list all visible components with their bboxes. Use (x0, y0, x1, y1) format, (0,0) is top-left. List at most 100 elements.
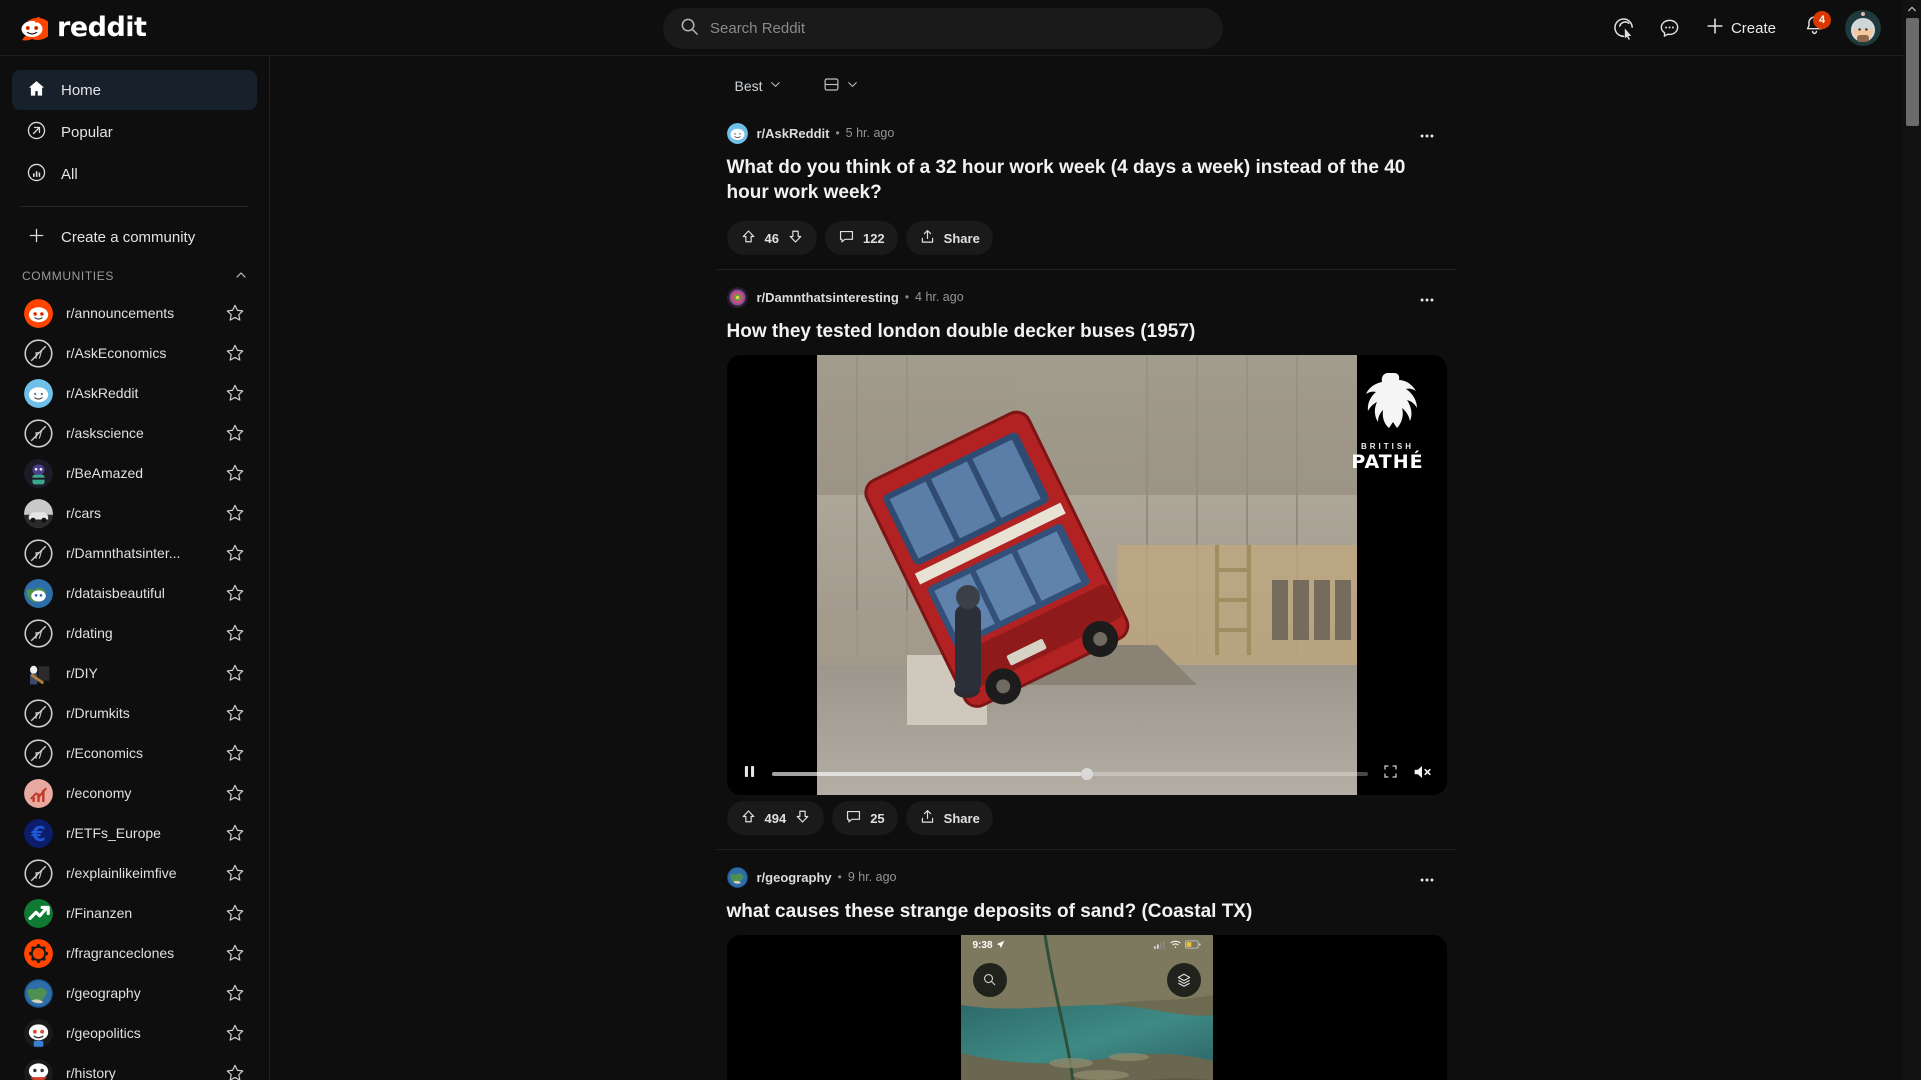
reddit-logo[interactable]: reddit (16, 12, 240, 44)
favorite-star-icon[interactable] (225, 983, 245, 1003)
subreddit-name[interactable]: r/Damnthatsinteresting (757, 290, 899, 305)
sidebar-community-item[interactable]: r/r/dating (12, 613, 257, 653)
user-avatar[interactable] (1845, 10, 1881, 46)
post-image[interactable]: 9:38 (726, 934, 1447, 1080)
favorite-star-icon[interactable] (225, 383, 245, 403)
fullscreen-button[interactable] (1382, 763, 1399, 785)
favorite-star-icon[interactable] (225, 543, 245, 563)
sidebar-community-item[interactable]: r/announcements (12, 293, 257, 333)
sidebar-community-item[interactable]: r/r/Damnthatsinter... (12, 533, 257, 573)
favorite-star-icon[interactable] (225, 1023, 245, 1043)
subreddit-avatar[interactable] (726, 122, 748, 144)
communities-section-header[interactable]: COMMUNITIES (0, 259, 269, 293)
favorite-star-icon[interactable] (225, 783, 245, 803)
post-overflow-menu[interactable] (1413, 866, 1441, 894)
post-overflow-menu[interactable] (1413, 122, 1441, 150)
sidebar-community-item[interactable]: r/geopolitics (12, 1013, 257, 1053)
search-input[interactable] (710, 20, 1206, 37)
post-title[interactable]: How they tested london double decker bus… (727, 320, 1447, 345)
sidebar-community-item[interactable]: r/geography (12, 973, 257, 1013)
feed-toolbar: Best (717, 66, 1457, 106)
sidebar-community-item[interactable]: r/r/Economics (12, 733, 257, 773)
community-avatar (24, 658, 53, 688)
map-search-button[interactable] (972, 962, 1007, 997)
community-avatar: r/ (24, 618, 53, 648)
favorite-star-icon[interactable] (225, 823, 245, 843)
comments-button[interactable]: 122 (824, 221, 898, 256)
share-button[interactable]: Share (905, 801, 993, 836)
upvote-icon[interactable] (740, 228, 757, 248)
post-title[interactable]: what causes these strange deposits of sa… (727, 900, 1447, 925)
browser-scrollbar[interactable] (1903, 0, 1921, 1080)
upvote-icon[interactable] (740, 808, 757, 828)
favorite-star-icon[interactable] (225, 1063, 245, 1080)
mute-button[interactable] (1411, 761, 1433, 788)
layout-dropdown[interactable] (813, 70, 870, 102)
favorite-star-icon[interactable] (225, 743, 245, 763)
favorite-star-icon[interactable] (225, 423, 245, 443)
community-name: r/BeAmazed (66, 465, 144, 481)
sidebar-community-item[interactable]: r/cars (12, 493, 257, 533)
sidebar-community-item[interactable]: € r/ETFs_Europe (12, 813, 257, 853)
sidebar-community-item[interactable]: r/fragranceclones (12, 933, 257, 973)
post-video-player[interactable]: BRITISH PATHÉ (726, 355, 1447, 796)
share-label: Share (943, 230, 980, 246)
post-card[interactable]: r/AskReddit • 5 hr. ago What do you thin… (716, 106, 1457, 271)
sidebar-community-item[interactable]: r/economy (12, 773, 257, 813)
favorite-star-icon[interactable] (225, 623, 245, 643)
search-bar[interactable] (663, 8, 1223, 49)
sidebar-community-item[interactable]: r/r/Drumkits (12, 693, 257, 733)
pause-button[interactable] (741, 763, 758, 785)
advertise-icon[interactable] (1605, 8, 1645, 48)
favorite-star-icon[interactable] (225, 943, 245, 963)
notifications-button[interactable]: 4 (1794, 8, 1834, 48)
subreddit-avatar[interactable] (726, 286, 748, 308)
chat-icon[interactable] (1650, 8, 1690, 48)
sidebar-item-home[interactable]: Home (12, 70, 257, 110)
favorite-star-icon[interactable] (225, 863, 245, 883)
sidebar-community-item[interactable]: r/BeAmazed (12, 453, 257, 493)
sidebar-community-item[interactable]: r/r/AskEconomics (12, 333, 257, 373)
sidebar-community-item[interactable]: r/r/askscience (12, 413, 257, 453)
comments-button[interactable]: 25 (832, 801, 898, 836)
sidebar-community-item[interactable]: r/Finanzen (12, 893, 257, 933)
sidebar-community-item[interactable]: r/history (12, 1053, 257, 1080)
sidebar-community-item[interactable]: r/r/explainlikeimfive (12, 853, 257, 893)
video-progress-bar[interactable] (771, 768, 1368, 781)
favorite-star-icon[interactable] (225, 903, 245, 923)
sort-dropdown[interactable]: Best (725, 71, 793, 101)
share-button[interactable]: Share (905, 221, 993, 256)
favorite-star-icon[interactable] (225, 303, 245, 323)
subreddit-name[interactable]: r/AskReddit (757, 126, 830, 141)
subreddit-name[interactable]: r/geography (757, 870, 832, 885)
favorite-star-icon[interactable] (225, 663, 245, 683)
sidebar-community-item[interactable]: r/AskReddit (12, 373, 257, 413)
community-avatar (24, 578, 53, 608)
video-progress-handle[interactable] (1081, 768, 1094, 781)
subreddit-avatar[interactable] (726, 866, 748, 888)
downvote-icon[interactable] (794, 808, 811, 828)
vote-control[interactable]: 494 (726, 801, 825, 836)
sidebar-item-all[interactable]: All (12, 154, 257, 194)
create-button[interactable]: Create (1695, 9, 1789, 47)
sidebar-item-label: All (61, 165, 78, 183)
post-card[interactable]: r/geography • 9 hr. ago what causes thes… (717, 850, 1457, 1080)
favorite-star-icon[interactable] (225, 463, 245, 483)
scrollbar-thumb[interactable] (1906, 18, 1919, 126)
favorite-star-icon[interactable] (225, 503, 245, 523)
favorite-star-icon[interactable] (225, 343, 245, 363)
scroll-up-arrow[interactable] (1903, 0, 1921, 18)
sidebar-community-item[interactable]: r/dataisbeautiful (12, 573, 257, 613)
downvote-icon[interactable] (787, 228, 804, 248)
sidebar-community-item[interactable]: r/DIY (12, 653, 257, 693)
post-title[interactable]: What do you think of a 32 hour work week… (727, 156, 1447, 205)
map-layers-button[interactable] (1166, 962, 1201, 997)
video-controls (727, 753, 1447, 795)
post-card[interactable]: r/Damnthatsinteresting • 4 hr. ago How t… (716, 270, 1457, 851)
sidebar-item-popular[interactable]: Popular (12, 112, 257, 152)
favorite-star-icon[interactable] (225, 583, 245, 603)
create-community-button[interactable]: Create a community (12, 217, 257, 257)
vote-control[interactable]: 46 (726, 221, 817, 256)
favorite-star-icon[interactable] (225, 703, 245, 723)
post-overflow-menu[interactable] (1413, 286, 1441, 314)
